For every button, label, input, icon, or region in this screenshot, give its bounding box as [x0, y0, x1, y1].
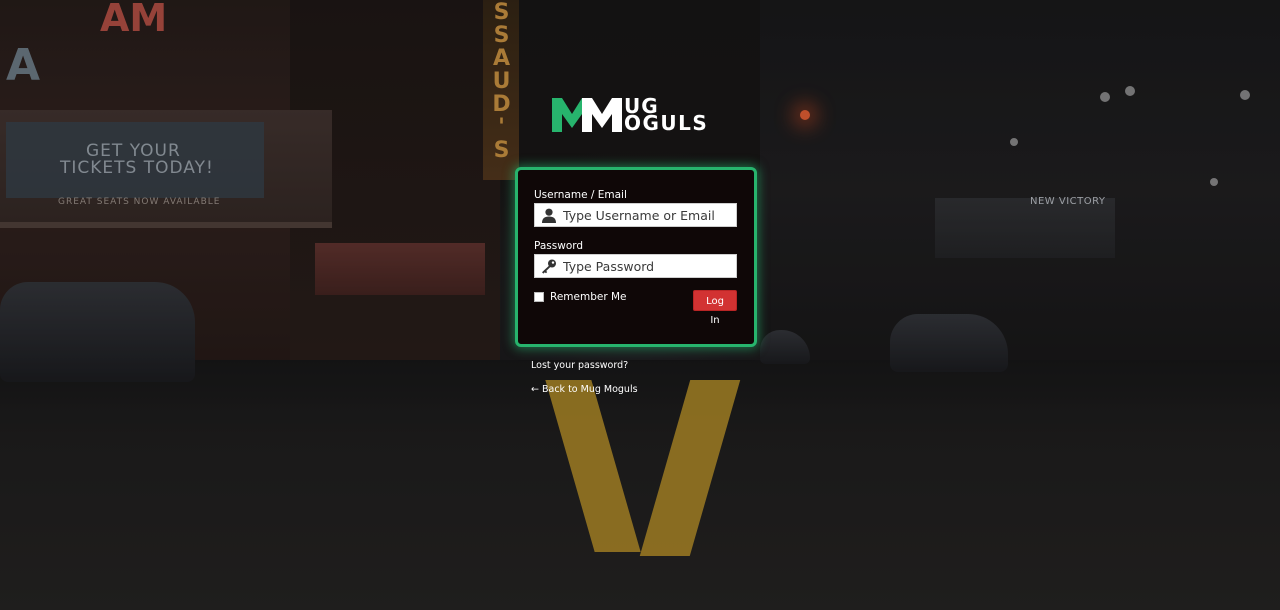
remember-me-checkbox[interactable] [534, 292, 544, 302]
key-icon [542, 259, 556, 274]
logo-mark-icon [552, 98, 622, 132]
lost-password-link[interactable]: Lost your password? [531, 360, 628, 371]
login-button[interactable]: Log In [693, 290, 737, 326]
username-label: Username / Email [534, 189, 627, 201]
remember-me-label: Remember Me [550, 291, 627, 303]
login-form: Username / Email Password Remember Me Lo… [515, 167, 757, 347]
password-field[interactable] [534, 254, 737, 278]
username-field[interactable] [534, 203, 737, 227]
password-input[interactable] [563, 256, 733, 276]
username-input[interactable] [563, 205, 733, 225]
brand-logo[interactable]: UG OGULS [552, 94, 732, 140]
back-to-site-link[interactable]: ← Back to Mug Moguls [531, 384, 638, 395]
password-label: Password [534, 240, 584, 252]
logo-text-oguls: OGULS [624, 111, 709, 135]
user-icon [542, 208, 556, 223]
